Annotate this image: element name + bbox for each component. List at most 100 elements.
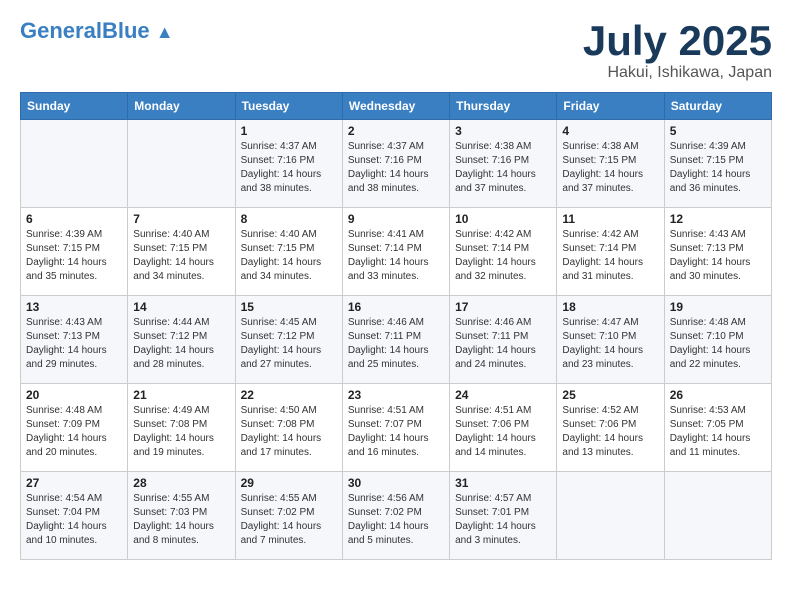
day-number: 25	[562, 388, 658, 402]
day-number: 13	[26, 300, 122, 314]
calendar-cell: 12 Sunrise: 4:43 AM Sunset: 7:13 PM Dayli…	[664, 208, 771, 296]
day-info: Sunrise: 4:37 AM Sunset: 7:16 PM Dayligh…	[241, 140, 337, 196]
day-info: Sunrise: 4:41 AM Sunset: 7:14 PM Dayligh…	[348, 228, 444, 284]
weekday-header-wednesday: Wednesday	[342, 93, 449, 120]
calendar-cell: 17 Sunrise: 4:46 AM Sunset: 7:11 PM Dayli…	[450, 296, 557, 384]
calendar-cell	[21, 120, 128, 208]
calendar-cell: 14 Sunrise: 4:44 AM Sunset: 7:12 PM Dayli…	[128, 296, 235, 384]
week-row-3: 13 Sunrise: 4:43 AM Sunset: 7:13 PM Dayli…	[21, 296, 772, 384]
day-info: Sunrise: 4:50 AM Sunset: 7:08 PM Dayligh…	[241, 404, 337, 460]
day-number: 19	[670, 300, 766, 314]
calendar-title: July 2025	[583, 20, 772, 62]
day-info: Sunrise: 4:55 AM Sunset: 7:02 PM Dayligh…	[241, 492, 337, 548]
day-number: 30	[348, 476, 444, 490]
day-info: Sunrise: 4:48 AM Sunset: 7:10 PM Dayligh…	[670, 316, 766, 372]
calendar-cell: 30Sunrise: 4:56 AM Sunset: 7:02 PM Dayli…	[342, 472, 449, 560]
weekday-header-monday: Monday	[128, 93, 235, 120]
day-info: Sunrise: 4:48 AM Sunset: 7:09 PM Dayligh…	[26, 404, 122, 460]
day-number: 21	[133, 388, 229, 402]
day-info: Sunrise: 4:40 AM Sunset: 7:15 PM Dayligh…	[241, 228, 337, 284]
calendar-cell	[557, 472, 664, 560]
day-number: 14	[133, 300, 229, 314]
logo-general: General	[20, 18, 102, 43]
calendar-cell: 3 Sunrise: 4:38 AM Sunset: 7:16 PM Daylig…	[450, 120, 557, 208]
logo: GeneralBlue ▲	[20, 20, 174, 42]
calendar-cell: 2Sunrise: 4:37 AM Sunset: 7:16 PM Daylig…	[342, 120, 449, 208]
day-info: Sunrise: 4:43 AM Sunset: 7:13 PM Dayligh…	[26, 316, 122, 372]
day-info: Sunrise: 4:52 AM Sunset: 7:06 PM Dayligh…	[562, 404, 658, 460]
calendar-cell: 6Sunrise: 4:39 AM Sunset: 7:15 PM Daylig…	[21, 208, 128, 296]
week-row-4: 20 Sunrise: 4:48 AM Sunset: 7:09 PM Dayli…	[21, 384, 772, 472]
logo-text: GeneralBlue ▲	[20, 20, 174, 42]
weekday-header-saturday: Saturday	[664, 93, 771, 120]
calendar-cell: 18Sunrise: 4:47 AM Sunset: 7:10 PM Dayli…	[557, 296, 664, 384]
calendar-cell: 31Sunrise: 4:57 AM Sunset: 7:01 PM Dayli…	[450, 472, 557, 560]
day-info: Sunrise: 4:51 AM Sunset: 7:06 PM Dayligh…	[455, 404, 551, 460]
calendar-cell: 20 Sunrise: 4:48 AM Sunset: 7:09 PM Dayli…	[21, 384, 128, 472]
day-info: Sunrise: 4:38 AM Sunset: 7:15 PM Dayligh…	[562, 140, 658, 196]
weekday-header-friday: Friday	[557, 93, 664, 120]
calendar-cell: 22Sunrise: 4:50 AM Sunset: 7:08 PM Dayli…	[235, 384, 342, 472]
week-row-1: 1 Sunrise: 4:37 AM Sunset: 7:16 PM Daylig…	[21, 120, 772, 208]
day-info: Sunrise: 4:42 AM Sunset: 7:14 PM Dayligh…	[455, 228, 551, 284]
day-info: Sunrise: 4:40 AM Sunset: 7:15 PM Dayligh…	[133, 228, 229, 284]
calendar-cell: 15 Sunrise: 4:45 AM Sunset: 7:12 PM Dayli…	[235, 296, 342, 384]
calendar-cell: 7Sunrise: 4:40 AM Sunset: 7:15 PM Daylig…	[128, 208, 235, 296]
day-number: 6	[26, 212, 122, 226]
day-info: Sunrise: 4:38 AM Sunset: 7:16 PM Dayligh…	[455, 140, 551, 196]
day-info: Sunrise: 4:54 AM Sunset: 7:04 PM Dayligh…	[26, 492, 122, 548]
calendar-cell: 8Sunrise: 4:40 AM Sunset: 7:15 PM Daylig…	[235, 208, 342, 296]
day-info: Sunrise: 4:57 AM Sunset: 7:01 PM Dayligh…	[455, 492, 551, 548]
calendar-subtitle: Hakui, Ishikawa, Japan	[583, 64, 772, 82]
day-info: Sunrise: 4:45 AM Sunset: 7:12 PM Dayligh…	[241, 316, 337, 372]
day-number: 26	[670, 388, 766, 402]
weekday-header-tuesday: Tuesday	[235, 93, 342, 120]
calendar-cell: 5 Sunrise: 4:39 AM Sunset: 7:15 PM Daylig…	[664, 120, 771, 208]
calendar-cell: 4 Sunrise: 4:38 AM Sunset: 7:15 PM Daylig…	[557, 120, 664, 208]
calendar-cell: 28Sunrise: 4:55 AM Sunset: 7:03 PM Dayli…	[128, 472, 235, 560]
calendar-cell: 10 Sunrise: 4:42 AM Sunset: 7:14 PM Dayli…	[450, 208, 557, 296]
logo-blue: Blue	[102, 18, 150, 43]
calendar-cell: 29Sunrise: 4:55 AM Sunset: 7:02 PM Dayli…	[235, 472, 342, 560]
day-number: 12	[670, 212, 766, 226]
calendar-cell: 27Sunrise: 4:54 AM Sunset: 7:04 PM Dayli…	[21, 472, 128, 560]
day-number: 4	[562, 124, 658, 138]
day-number: 3	[455, 124, 551, 138]
calendar-cell: 26Sunrise: 4:53 AM Sunset: 7:05 PM Dayli…	[664, 384, 771, 472]
calendar-cell: 24 Sunrise: 4:51 AM Sunset: 7:06 PM Dayli…	[450, 384, 557, 472]
day-info: Sunrise: 4:49 AM Sunset: 7:08 PM Dayligh…	[133, 404, 229, 460]
day-info: Sunrise: 4:39 AM Sunset: 7:15 PM Dayligh…	[670, 140, 766, 196]
day-number: 23	[348, 388, 444, 402]
day-info: Sunrise: 4:42 AM Sunset: 7:14 PM Dayligh…	[562, 228, 658, 284]
calendar-cell: 13 Sunrise: 4:43 AM Sunset: 7:13 PM Dayli…	[21, 296, 128, 384]
calendar-cell: 23Sunrise: 4:51 AM Sunset: 7:07 PM Dayli…	[342, 384, 449, 472]
week-row-2: 6Sunrise: 4:39 AM Sunset: 7:15 PM Daylig…	[21, 208, 772, 296]
day-number: 15	[241, 300, 337, 314]
title-block: July 2025 Hakui, Ishikawa, Japan	[583, 20, 772, 82]
day-info: Sunrise: 4:43 AM Sunset: 7:13 PM Dayligh…	[670, 228, 766, 284]
day-number: 28	[133, 476, 229, 490]
day-number: 20	[26, 388, 122, 402]
day-number: 1	[241, 124, 337, 138]
weekday-header-thursday: Thursday	[450, 93, 557, 120]
day-info: Sunrise: 4:47 AM Sunset: 7:10 PM Dayligh…	[562, 316, 658, 372]
calendar-cell: 1 Sunrise: 4:37 AM Sunset: 7:16 PM Daylig…	[235, 120, 342, 208]
day-number: 9	[348, 212, 444, 226]
day-number: 16	[348, 300, 444, 314]
day-info: Sunrise: 4:44 AM Sunset: 7:12 PM Dayligh…	[133, 316, 229, 372]
day-number: 17	[455, 300, 551, 314]
day-number: 24	[455, 388, 551, 402]
calendar-cell: 25 Sunrise: 4:52 AM Sunset: 7:06 PM Dayli…	[557, 384, 664, 472]
day-number: 11	[562, 212, 658, 226]
day-number: 10	[455, 212, 551, 226]
calendar-cell: 19 Sunrise: 4:48 AM Sunset: 7:10 PM Dayli…	[664, 296, 771, 384]
calendar-table: SundayMondayTuesdayWednesdayThursdayFrid…	[20, 92, 772, 560]
day-info: Sunrise: 4:46 AM Sunset: 7:11 PM Dayligh…	[455, 316, 551, 372]
logo-icon: ▲	[156, 22, 174, 42]
day-info: Sunrise: 4:46 AM Sunset: 7:11 PM Dayligh…	[348, 316, 444, 372]
calendar-cell: 9 Sunrise: 4:41 AM Sunset: 7:14 PM Daylig…	[342, 208, 449, 296]
day-number: 2	[348, 124, 444, 138]
day-number: 5	[670, 124, 766, 138]
week-row-5: 27Sunrise: 4:54 AM Sunset: 7:04 PM Dayli…	[21, 472, 772, 560]
page-header: GeneralBlue ▲ July 2025 Hakui, Ishikawa,…	[20, 20, 772, 82]
